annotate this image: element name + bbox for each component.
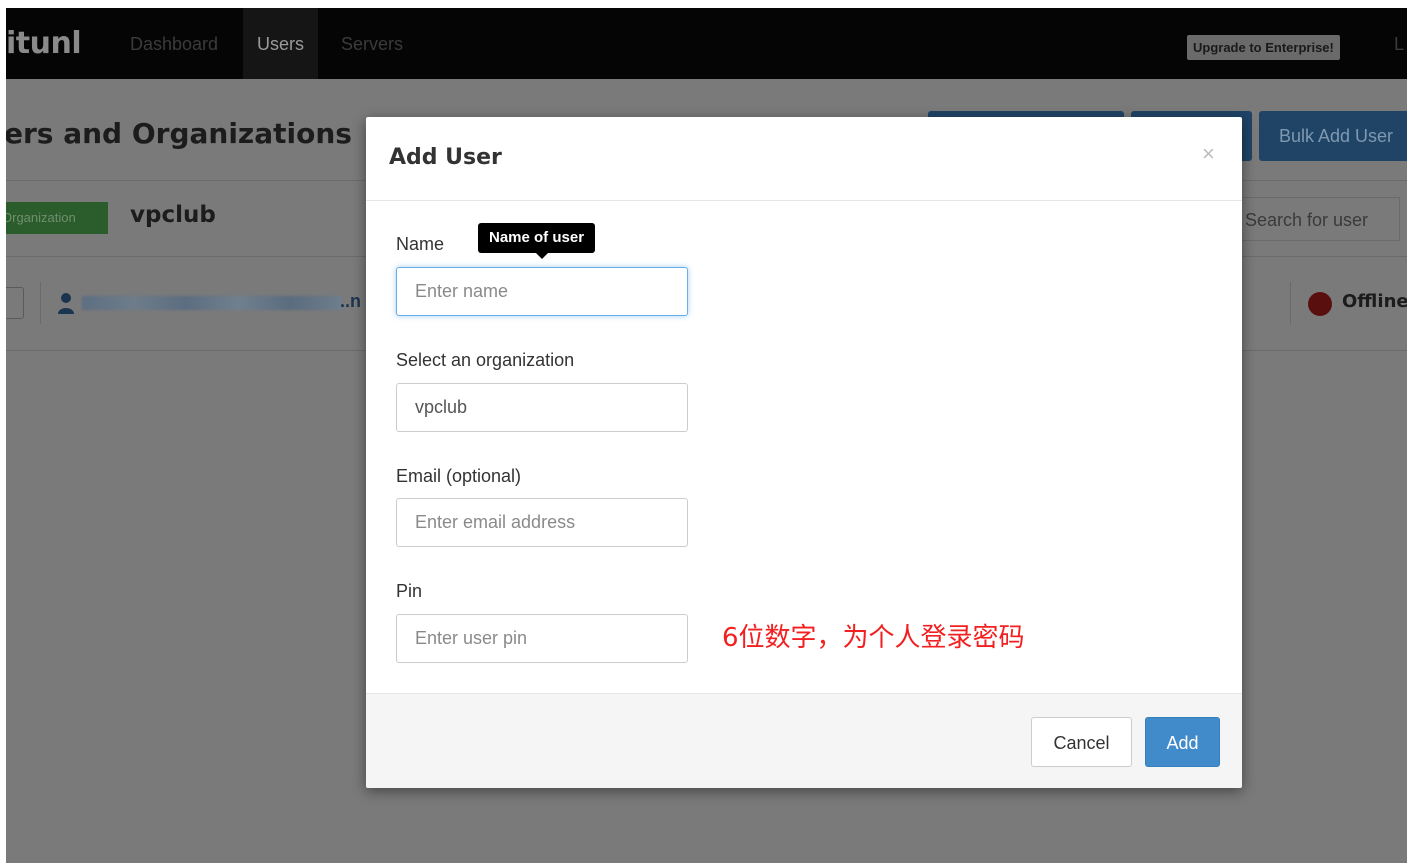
user-row-checkbox[interactable] — [4, 287, 24, 319]
email-input[interactable] — [396, 498, 688, 547]
nav-logout-cut[interactable]: L — [1394, 8, 1404, 79]
navbar: itunl Dashboard Users Servers Upgrade to… — [6, 8, 1407, 79]
divider — [1290, 282, 1291, 324]
upgrade-enterprise-button[interactable]: Upgrade to Enterprise! — [1187, 35, 1340, 60]
brand-logo: itunl — [6, 26, 82, 61]
name-label: Name — [396, 234, 445, 254]
bulk-add-user-button[interactable]: Bulk Add User — [1259, 111, 1409, 161]
nav-users[interactable]: Users — [243, 8, 319, 79]
name-input[interactable] — [396, 267, 688, 316]
modal-title: Add User — [389, 145, 502, 170]
organization-badge: Organization — [0, 202, 108, 234]
close-icon[interactable]: × — [1202, 141, 1215, 167]
organization-label: Select an organization — [396, 350, 575, 370]
pin-annotation: 6位数字，为个人登录密码 — [722, 623, 1025, 653]
cancel-button[interactable]: Cancel — [1031, 717, 1132, 767]
organization-name: vpclub — [130, 202, 216, 228]
divider — [40, 282, 41, 324]
email-label: Email (optional) — [396, 466, 522, 486]
page-title: ers and Organizations — [4, 117, 352, 150]
add-user-modal: Add User × Name Name of user Select an o… — [366, 117, 1242, 788]
add-button[interactable]: Add — [1145, 717, 1220, 767]
nav-dashboard[interactable]: Dashboard — [130, 8, 218, 79]
screen-edge — [0, 0, 6, 863]
modal-footer: Cancel Add — [366, 693, 1242, 788]
user-icon — [58, 293, 74, 314]
nav-servers[interactable]: Servers — [341, 8, 403, 79]
screen-edge — [0, 0, 1413, 8]
organization-select[interactable] — [396, 383, 688, 432]
screen-edge — [1407, 0, 1413, 863]
pin-input[interactable] — [396, 614, 688, 663]
pin-label: Pin — [396, 581, 423, 601]
offline-status-icon — [1308, 292, 1332, 316]
name-tooltip: Name of user — [478, 223, 596, 253]
search-user-input[interactable]: Search for user — [1238, 197, 1400, 241]
tooltip-arrow — [536, 253, 548, 259]
user-name-blurred[interactable] — [82, 296, 342, 310]
modal-header: Add User × — [366, 117, 1242, 201]
user-name-tail: ..n — [340, 291, 361, 311]
user-status-text: Offline — [1342, 291, 1409, 312]
